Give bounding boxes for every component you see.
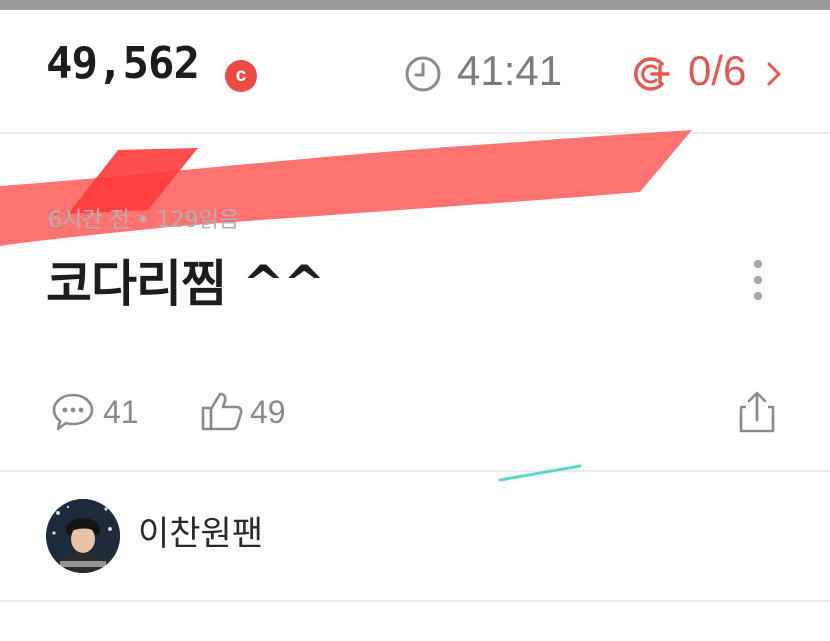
coin-icon: c [225, 60, 257, 92]
quota-text[interactable]: 0/6 [688, 50, 746, 92]
timer-text: 41:41 [457, 47, 563, 94]
comment-count: 41 [103, 394, 139, 430]
clock-icon [405, 56, 441, 92]
avatar-photo [46, 499, 120, 573]
post-meta: 6시간 전 • 129읽음 [48, 208, 240, 233]
coin-balance[interactable]: 49,562 [46, 42, 200, 86]
post-title[interactable]: 코다리찜 ^^ [46, 255, 325, 314]
more-vertical-icon[interactable] [748, 256, 768, 304]
comment-icon[interactable] [51, 392, 95, 432]
author-name[interactable]: 이찬원팬 [138, 517, 263, 551]
avatar[interactable] [46, 499, 120, 573]
like-count: 49 [250, 394, 286, 430]
red-scribble [0, 130, 692, 246]
actions-divider [0, 470, 830, 472]
share-icon[interactable] [737, 390, 777, 434]
chevron-right-icon[interactable] [766, 60, 782, 88]
thumbs-up-icon[interactable] [200, 390, 244, 432]
author-divider [0, 600, 830, 602]
coin-plus-icon[interactable] [632, 55, 678, 93]
teal-scribble [498, 464, 582, 482]
top-status-stripe [0, 0, 830, 10]
